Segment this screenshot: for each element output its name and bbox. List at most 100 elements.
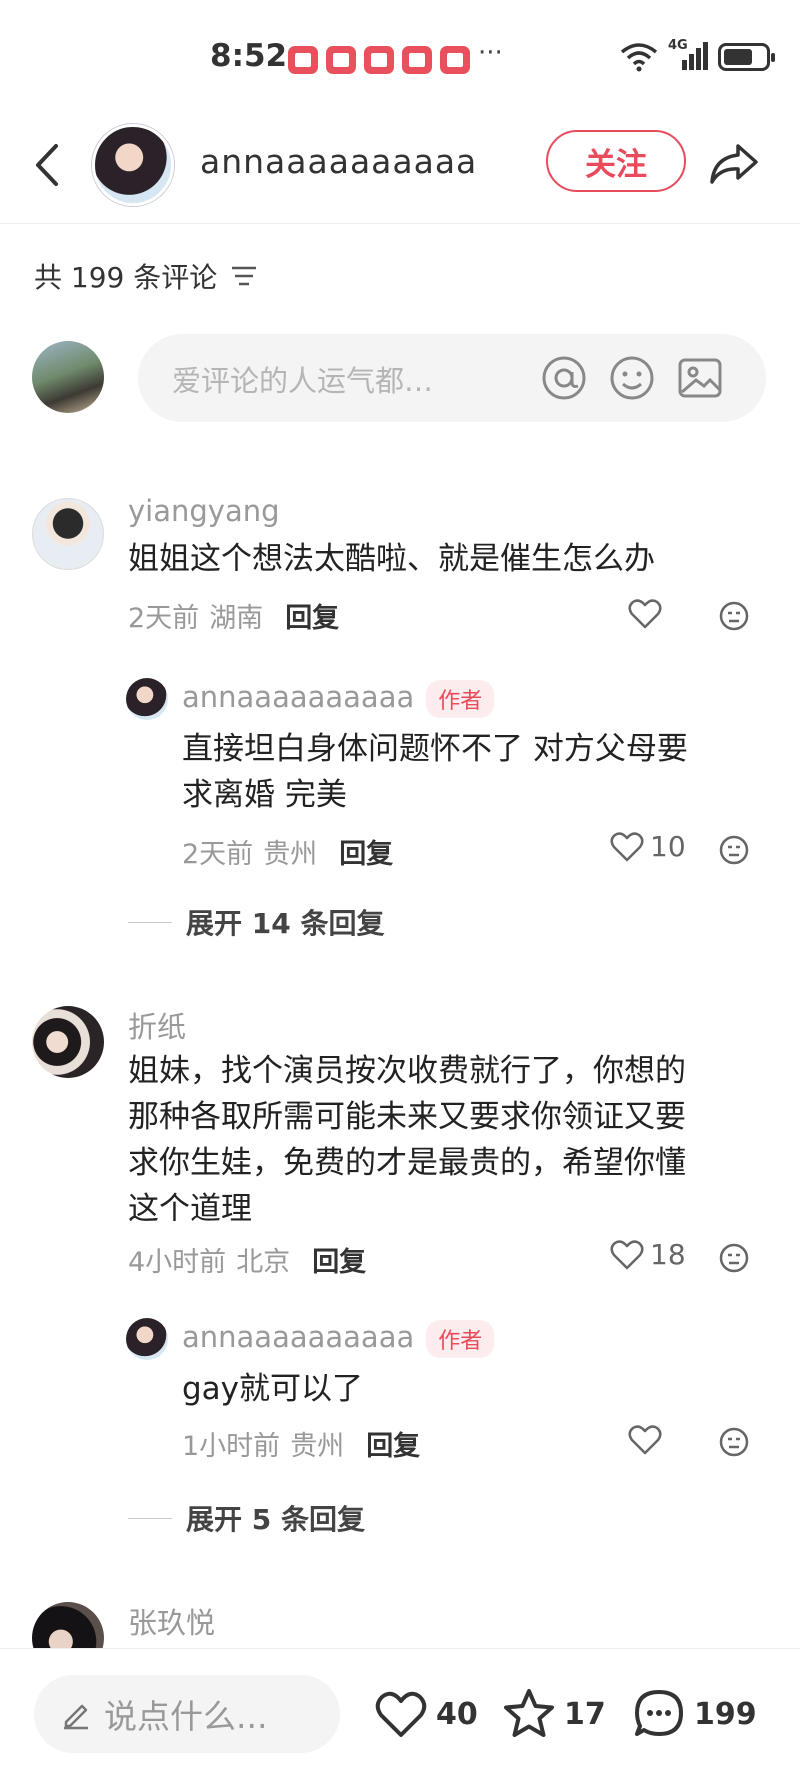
- back-arrow-icon[interactable]: [28, 140, 64, 190]
- status-time: 8:52: [210, 38, 288, 74]
- dislike-icon[interactable]: [718, 834, 750, 866]
- comment-input-placeholder: 爱评论的人运气都…: [172, 364, 434, 398]
- network-type: 4G: [668, 38, 688, 53]
- wifi-icon: [620, 43, 658, 72]
- like-count: 18: [650, 1238, 686, 1271]
- like-button[interactable]: 18: [610, 1238, 686, 1271]
- author-badge: 作者: [426, 1320, 495, 1358]
- reply-name-row: annaaaaaaaaaa 作者: [182, 1320, 495, 1358]
- expand-replies-button[interactable]: 展开 5 条回复: [128, 1498, 365, 1538]
- author-avatar[interactable]: [92, 124, 174, 206]
- post-comment-button[interactable]: 199: [632, 1687, 757, 1741]
- notification-icon: [364, 46, 394, 74]
- battery-icon: [718, 43, 775, 71]
- commenter-avatar[interactable]: [32, 1006, 104, 1078]
- commenter-name[interactable]: 张玖悦: [128, 1600, 215, 1642]
- bottom-input-placeholder: 说点什么...: [104, 1697, 268, 1736]
- comment-input[interactable]: 爱评论的人运气都…: [138, 334, 766, 422]
- comment-location: 湖南: [209, 603, 264, 634]
- comment-text-line: 求你生娃，免费的才是最贵的，希望你懂: [128, 1145, 686, 1181]
- sort-icon[interactable]: [231, 265, 257, 287]
- heart-icon: [610, 1239, 644, 1269]
- expand-divider: [128, 1517, 172, 1519]
- dislike-icon[interactable]: [718, 1242, 750, 1274]
- heart-icon: [628, 599, 662, 629]
- commenter-name[interactable]: yiangyang: [128, 494, 280, 528]
- reply-button[interactable]: 回复: [285, 596, 339, 635]
- reply-author-name[interactable]: annaaaaaaaaaa: [182, 680, 414, 714]
- image-icon[interactable]: [676, 354, 724, 402]
- dislike-icon[interactable]: [718, 600, 750, 632]
- comment-count-row: 共 199 条评论: [34, 256, 257, 296]
- reply-text-line: 直接坦白身体问题怀不了 对方父母要: [182, 731, 688, 767]
- reply-avatar[interactable]: [126, 1318, 168, 1360]
- reply-avatar[interactable]: [126, 678, 168, 720]
- post-like-button[interactable]: 40: [374, 1687, 478, 1741]
- mention-icon[interactable]: [540, 354, 588, 402]
- like-button[interactable]: 10: [610, 830, 686, 863]
- comment-text[interactable]: 姐姐这个想法太酷啦、就是催生怎么办: [128, 536, 655, 582]
- heart-icon: [375, 1691, 427, 1737]
- reply-meta: 1小时前 贵州 回复: [182, 1424, 420, 1463]
- expand-replies-button[interactable]: 展开 14 条回复: [128, 902, 384, 942]
- author-name[interactable]: annaaaaaaaaaa: [200, 142, 477, 181]
- comment-text-line: 这个道理: [128, 1191, 252, 1227]
- comment-meta: 4小时前 北京 回复: [128, 1240, 366, 1279]
- post-header: annaaaaaaaaaa 关注: [0, 110, 800, 224]
- comment-time: 4小时前: [128, 1247, 227, 1278]
- reply-text[interactable]: 直接坦白身体问题怀不了 对方父母要 求离婚 完美: [182, 726, 688, 818]
- commenter-name[interactable]: 折纸: [128, 1004, 186, 1046]
- reply-button[interactable]: 回复: [339, 832, 393, 871]
- comment-meta: 2天前 湖南 回复: [128, 596, 339, 635]
- comment-bubble-icon: [635, 1690, 683, 1736]
- post-favorite-button[interactable]: 17: [502, 1687, 606, 1741]
- reply-author-name[interactable]: annaaaaaaaaaa: [182, 1320, 414, 1354]
- like-button[interactable]: [628, 1424, 662, 1456]
- notification-icons: [288, 46, 470, 74]
- status-bar: 8:52 ··· 4G: [0, 0, 800, 110]
- heart-icon: [610, 831, 644, 861]
- cellular-signal-icon: 4G: [668, 38, 708, 72]
- reply-time: 2天前: [182, 839, 254, 870]
- share-icon[interactable]: [708, 140, 760, 186]
- comment-text[interactable]: 姐妹，找个演员按次收费就行了，你想的 那种各取所需可能未来又要求你领证又要 求你…: [128, 1048, 686, 1232]
- expand-replies-label: 展开 5 条回复: [186, 1503, 365, 1536]
- pencil-icon: [64, 1704, 88, 1730]
- notification-icon: [288, 46, 318, 74]
- post-favorite-count: 17: [564, 1696, 606, 1732]
- reply-button[interactable]: 回复: [312, 1240, 366, 1279]
- comment-time: 2天前: [128, 603, 200, 634]
- reply-meta: 2天前 贵州 回复: [182, 832, 393, 871]
- comment-location: 北京: [236, 1247, 291, 1278]
- like-count: 10: [650, 830, 686, 863]
- reply-time: 1小时前: [182, 1431, 281, 1462]
- status-more-indicator: ···: [478, 38, 503, 68]
- reply-text-line: 求离婚 完美: [182, 777, 347, 813]
- dislike-icon[interactable]: [718, 1426, 750, 1458]
- comment-count: 共 199 条评论: [34, 261, 218, 294]
- expand-replies-label: 展开 14 条回复: [186, 907, 385, 940]
- comment-text-line: 姐妹，找个演员按次收费就行了，你想的: [128, 1053, 686, 1089]
- emoji-icon[interactable]: [608, 354, 656, 402]
- notification-icon: [402, 46, 432, 74]
- notification-icon: [440, 46, 470, 74]
- reply-button[interactable]: 回复: [366, 1424, 420, 1463]
- reply-name-row: annaaaaaaaaaa 作者: [182, 680, 495, 718]
- notification-icon: [326, 46, 356, 74]
- post-comment-count: 199: [694, 1696, 757, 1732]
- reply-location: 贵州: [290, 1431, 345, 1462]
- follow-button[interactable]: 关注: [546, 130, 686, 192]
- heart-icon: [628, 1425, 662, 1455]
- author-badge: 作者: [426, 680, 495, 718]
- expand-divider: [128, 921, 172, 923]
- comment-text-line: 那种各取所需可能未来又要求你领证又要: [128, 1099, 686, 1135]
- reply-text[interactable]: gay就可以了: [182, 1366, 363, 1412]
- like-button[interactable]: [628, 598, 662, 630]
- my-avatar: [32, 341, 104, 413]
- bottom-comment-input[interactable]: 说点什么...: [34, 1675, 340, 1753]
- bottom-action-bar: 说点什么... 40 17 199: [0, 1648, 800, 1778]
- status-right: 4G: [620, 38, 775, 72]
- commenter-avatar[interactable]: [32, 498, 104, 570]
- post-like-count: 40: [436, 1696, 478, 1732]
- reply-location: 贵州: [263, 839, 318, 870]
